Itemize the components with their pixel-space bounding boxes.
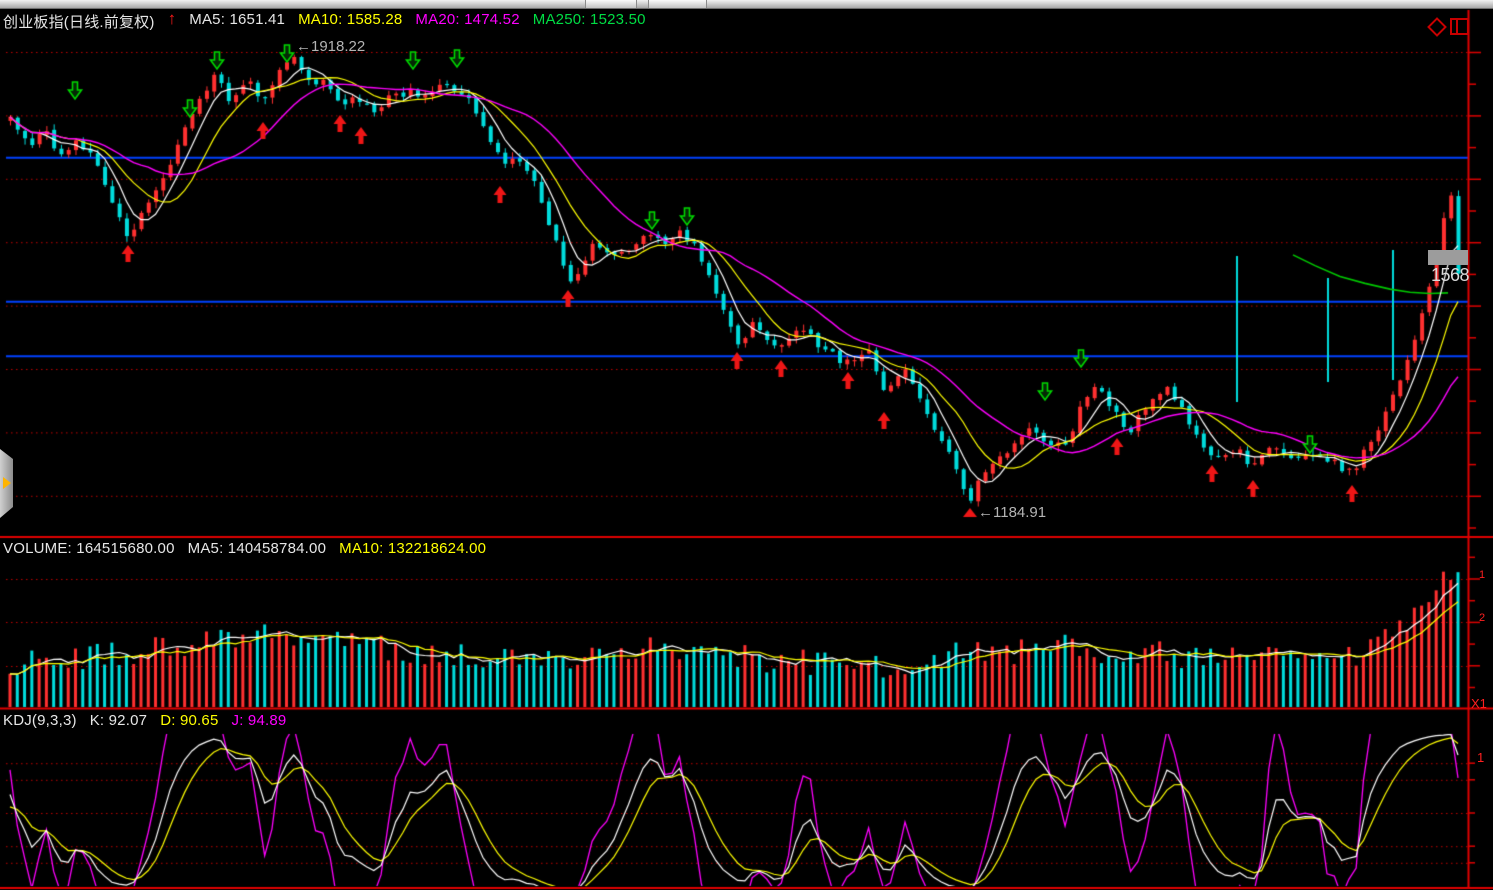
chart-canvas[interactable]	[0, 0, 1493, 890]
volume-ma5-value: MA5: 140458784.00	[188, 540, 327, 557]
kdj-k-value: K: 92.07	[90, 712, 147, 729]
window-top-edge	[0, 0, 1493, 9]
ma5-value: MA5: 1651.41	[189, 11, 285, 32]
kdj-axis-label-fragment: 1	[1477, 750, 1484, 765]
ma10-value: MA10: 1585.28	[298, 11, 402, 32]
chart-app-window: 创业板指(日线.前复权) ↑ MA5: 1651.41 MA10: 1585.2…	[0, 0, 1493, 890]
kdj-j-value: J: 94.89	[232, 712, 287, 729]
high-price-annotation: ←1918.22	[296, 38, 365, 55]
last-price-tag	[1428, 250, 1468, 265]
splitter-handle[interactable]	[648, 0, 707, 8]
last-price-label: 1568.8	[1431, 265, 1469, 286]
ma250-value: MA250: 1523.50	[533, 11, 646, 32]
kdj-header: KDJ(9,3,3) K: 92.07 D: 90.65 J: 94.89	[3, 712, 286, 729]
ma20-value: MA20: 1474.52	[415, 11, 519, 32]
low-price-annotation: ←1184.91	[978, 504, 1046, 521]
volume-scale-label: X1	[1471, 696, 1487, 711]
main-chart-header: 创业板指(日线.前复权) ↑ MA5: 1651.41 MA10: 1585.2…	[3, 11, 646, 32]
instrument-title: 创业板指(日线.前复权)	[3, 11, 155, 32]
split-window-divider	[1456, 20, 1458, 33]
up-arrow-icon: ↑	[168, 11, 177, 32]
kdj-d-value: D: 90.65	[160, 712, 218, 729]
split-window-icon[interactable]	[1450, 18, 1469, 35]
volume-value: VOLUME: 164515680.00	[3, 540, 175, 557]
volume-header: VOLUME: 164515680.00 MA5: 140458784.00 M…	[3, 540, 486, 557]
volume-axis-label-fragment: 1	[1479, 569, 1485, 581]
kdj-indicator-label: KDJ(9,3,3)	[3, 712, 77, 729]
sidebar-expand-tab[interactable]	[0, 449, 13, 518]
expand-arrow-icon	[3, 477, 11, 489]
splitter-handle[interactable]	[585, 0, 637, 8]
volume-axis-label-fragment: 2	[1479, 612, 1485, 624]
volume-ma10-value: MA10: 132218624.00	[339, 540, 486, 557]
